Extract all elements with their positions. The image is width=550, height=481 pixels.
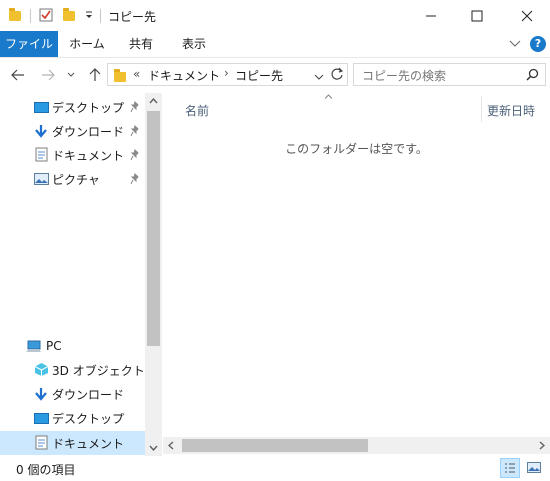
empty-folder-message: このフォルダーは空です。 [285, 142, 428, 156]
navigation-pane: デスクトップ ダウンロード ドキュメント ピクチャ PC 3D オブジェクト ダ… [0, 93, 145, 455]
forward-button[interactable] [38, 64, 58, 86]
address-bar[interactable]: « ドキュメント › コピー先 [107, 63, 348, 86]
document-icon [35, 147, 48, 162]
nav-item-label: PC [46, 339, 62, 353]
item-count: 0 個の項目 [16, 463, 76, 477]
search-box[interactable]: コピー先の検索 [353, 63, 546, 86]
desktop-icon [34, 413, 49, 424]
pc-icon [26, 340, 41, 352]
breadcrumb-overflow[interactable]: « [133, 67, 140, 81]
recent-locations-button[interactable] [64, 64, 78, 86]
nav-item-desktop[interactable]: デスクトップ [0, 95, 145, 119]
nav-item-label: デスクトップ [52, 100, 125, 115]
pictures-icon [34, 173, 49, 185]
breadcrumb-documents[interactable]: ドキュメント [148, 67, 220, 84]
nav-item-label: ピクチャ [52, 172, 100, 187]
scroll-down-icon[interactable] [149, 445, 158, 451]
new-folder-icon[interactable] [63, 8, 75, 21]
minimize-button[interactable] [408, 0, 454, 31]
nav-item-pictures[interactable]: ピクチャ [0, 167, 145, 191]
tab-home[interactable]: ホーム [58, 31, 116, 57]
document-icon [35, 435, 48, 450]
folder-icon [9, 8, 21, 21]
column-header-modified[interactable]: 更新日時 [487, 102, 535, 119]
nav-item-label: ドキュメント [52, 436, 125, 451]
details-view-button[interactable] [500, 458, 520, 478]
nav-item-label: ダウンロード [52, 387, 125, 402]
properties-icon[interactable] [39, 8, 53, 25]
sort-ascending-icon [324, 94, 333, 99]
pin-icon[interactable] [130, 149, 140, 161]
large-icons-view-button[interactable] [524, 458, 544, 478]
maximize-button[interactable] [454, 0, 500, 31]
breadcrumb-separator[interactable]: › [224, 66, 229, 80]
nav-item-documents[interactable]: ドキュメント [0, 143, 145, 167]
nav-item-pc-downloads[interactable]: ダウンロード [0, 382, 145, 406]
3d-objects-icon [34, 363, 49, 376]
scroll-right-icon[interactable] [539, 441, 545, 450]
nav-item-label: 3D オブジェクト [52, 363, 145, 378]
close-button[interactable] [504, 0, 550, 31]
address-folder-icon [114, 69, 126, 82]
breadcrumb-current[interactable]: コピー先 [235, 67, 283, 84]
large-icons-view-icon [527, 462, 541, 473]
pin-icon[interactable] [130, 125, 140, 137]
title-separator-2 [100, 9, 101, 23]
nav-scrollbar[interactable] [145, 93, 162, 460]
address-dropdown-icon[interactable] [314, 70, 324, 84]
desktop-icon [34, 102, 49, 113]
nav-item-pc[interactable]: PC [0, 334, 145, 358]
tab-file[interactable]: ファイル [0, 31, 58, 57]
nav-scrollbar-thumb[interactable] [147, 111, 160, 346]
ribbon-divider [0, 57, 550, 58]
help-icon[interactable]: ? [530, 36, 546, 52]
download-icon [35, 388, 47, 401]
title-separator [30, 9, 31, 23]
nav-item-pc-desktop[interactable]: デスクトップ [0, 406, 145, 430]
ribbon-expand-icon[interactable] [509, 38, 521, 52]
nav-item-downloads[interactable]: ダウンロード [0, 119, 145, 143]
download-icon [35, 125, 47, 138]
window-title: コピー先 [108, 10, 157, 24]
nav-item-pc-documents-selected[interactable]: ドキュメント [0, 431, 145, 455]
column-divider[interactable] [481, 96, 482, 122]
status-bar: 0 個の項目 [0, 456, 550, 481]
column-header-name[interactable]: 名前 [185, 102, 209, 119]
tab-share[interactable]: 共有 [116, 31, 166, 57]
pin-icon[interactable] [130, 173, 140, 185]
h-scrollbar-thumb[interactable] [182, 439, 368, 452]
refresh-icon[interactable] [330, 67, 344, 84]
tab-view[interactable]: 表示 [166, 31, 222, 57]
search-placeholder[interactable]: コピー先の検索 [362, 67, 446, 84]
title-bar: コピー先 [0, 0, 550, 31]
nav-item-label: ダウンロード [52, 124, 125, 139]
nav-item-3d-objects[interactable]: 3D オブジェクト [0, 358, 145, 382]
nav-item-label: デスクトップ [52, 411, 125, 426]
content-h-scrollbar[interactable] [163, 437, 550, 454]
back-button[interactable] [8, 64, 28, 86]
scroll-up-icon[interactable] [149, 98, 158, 104]
customize-toolbar-icon[interactable] [84, 9, 94, 24]
details-view-icon [505, 463, 515, 473]
up-button[interactable] [85, 64, 105, 86]
nav-item-label: ドキュメント [52, 148, 125, 163]
search-icon[interactable] [526, 68, 539, 84]
pin-icon[interactable] [130, 101, 140, 113]
scroll-left-icon[interactable] [168, 441, 174, 450]
